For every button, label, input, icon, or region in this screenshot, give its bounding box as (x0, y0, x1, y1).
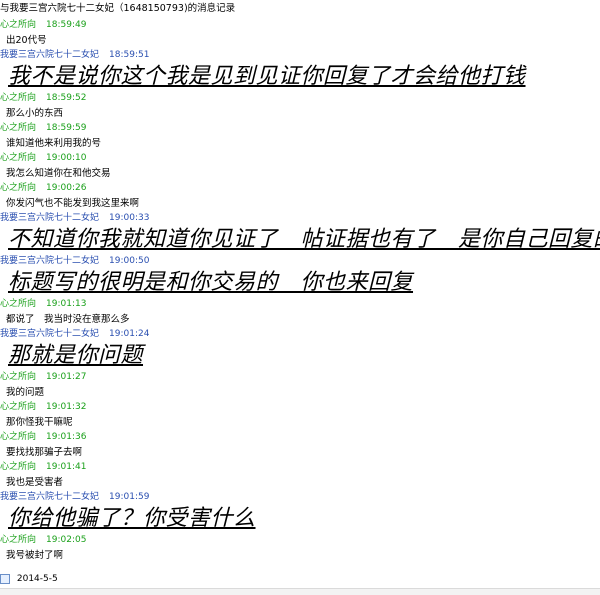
message-text: 标题写的很明是和你交易的 你也来回复 (8, 270, 414, 295)
chat-message: 心之所向 19:01:27 我的问题 (0, 370, 600, 400)
message-text: 那就是你问题 (8, 343, 144, 368)
sender-name: 心之所向 (0, 402, 37, 412)
sender-name: 心之所向 (0, 153, 37, 163)
message-header: 心之所向 19:01:32 (0, 400, 600, 415)
chat-message: 心之所向 18:59:59 谁知道他来利用我的号 (0, 121, 600, 151)
chat-message: 心之所向 19:01:13 都说了 我当时没在意那么多 (0, 297, 600, 327)
message-time: 19:01:41 (46, 462, 87, 472)
window-title: 与我要三宫六院七十二女妃（1648150793)的消息记录 (0, 3, 236, 14)
chat-log: 心之所向 18:59:49 出20代号我要三宫六院七十二女妃 18:59:51 我不是说… (0, 18, 600, 563)
sender-name: 我要三宫六院七十二女妃 (0, 492, 100, 502)
message-text: 我号被封了啊 (6, 550, 64, 561)
message-text: 要找找那骗子去啊 (6, 447, 83, 458)
message-time: 19:01:27 (46, 372, 87, 382)
sender-name: 我要三宫六院七十二女妃 (0, 256, 100, 266)
message-header: 心之所向 18:59:59 (0, 121, 600, 136)
message-time: 18:59:51 (109, 50, 150, 60)
sender-name: 心之所向 (0, 299, 37, 309)
message-header: 我要三宫六院七十二女妃 19:00:33 (0, 211, 600, 226)
footer-date-row: 2014-5-5 (0, 572, 600, 586)
sender-name: 心之所向 (0, 183, 37, 193)
sender-name: 我要三宫六院七十二女妃 (0, 329, 100, 339)
message-header: 心之所向 19:01:36 (0, 430, 600, 445)
message-header: 心之所向 19:02:05 (0, 533, 600, 548)
message-header: 心之所向 18:59:49 (0, 18, 600, 33)
message-time: 19:02:05 (46, 535, 87, 545)
message-text: 我也是受害者 (6, 477, 64, 488)
message-text: 你发闪气也不能发到我这里来啊 (6, 198, 140, 209)
message-time: 19:00:26 (46, 183, 87, 193)
message-text: 那么小的东西 (6, 108, 64, 119)
footer-date: 2014-5-5 (16, 574, 58, 584)
message-text: 我怎么知道你在和他交易 (6, 168, 111, 179)
message-time: 19:00:50 (109, 256, 150, 266)
message-time: 18:59:59 (46, 123, 87, 133)
chat-message: 我要三宫六院七十二女妃 19:01:24 那就是你问题 (0, 327, 600, 370)
sender-name: 心之所向 (0, 123, 37, 133)
chat-message: 心之所向 19:00:26 你发闪气也不能发到我这里来啊 (0, 181, 600, 211)
message-time: 19:00:33 (109, 213, 150, 223)
chat-message: 我要三宫六院七十二女妃 18:59:51 我不是说你这个我是见到见证你回复了才会给他… (0, 48, 600, 91)
chat-message: 我要三宫六院七十二女妃 19:00:50 标题写的很明是和你交易的 你也来回复 (0, 254, 600, 297)
message-time: 19:00:10 (46, 153, 87, 163)
message-header: 心之所向 19:01:27 (0, 370, 600, 385)
message-text: 出20代号 (6, 35, 47, 46)
sender-name: 我要三宫六院七十二女妃 (0, 213, 100, 223)
sender-name: 心之所向 (0, 535, 37, 545)
sender-name: 心之所向 (0, 432, 37, 442)
chat-message: 心之所向 19:01:32 那你怪我干嘛呢 (0, 400, 600, 430)
chat-message: 心之所向 19:02:05 我号被封了啊 (0, 533, 600, 563)
message-text: 你给他骗了？你受害什么 (8, 506, 256, 531)
message-time: 19:01:13 (46, 299, 87, 309)
chat-message: 我要三宫六院七十二女妃 19:01:59 你给他骗了？你受害什么 (0, 490, 600, 533)
chat-message: 心之所向 19:01:41 我也是受害者 (0, 460, 600, 490)
chat-message: 我要三宫六院七十二女妃 19:00:33 不知道你我就知道你见证了 帖证据也有了 是… (0, 211, 600, 254)
message-text: 我不是说你这个我是见到见证你回复了才会给他打钱 (8, 64, 526, 89)
message-time: 18:59:49 (46, 20, 87, 30)
sender-name: 我要三宫六院七十二女妃 (0, 50, 100, 60)
message-time: 19:01:36 (46, 432, 87, 442)
message-text: 那你怪我干嘛呢 (6, 417, 73, 428)
message-header: 我要三宫六院七十二女妃 18:59:51 (0, 48, 600, 63)
message-header: 心之所向 19:01:41 (0, 460, 600, 475)
message-text: 谁知道他来利用我的号 (6, 138, 102, 149)
message-header: 我要三宫六院七十二女妃 19:00:50 (0, 254, 600, 269)
message-text: 不知道你我就知道你见证了 帖证据也有了 是你自己回复的 (8, 227, 600, 252)
chat-message: 心之所向 18:59:49 出20代号 (0, 18, 600, 48)
date-icon (0, 573, 10, 584)
message-text: 都说了 我当时没在意那么多 (6, 314, 130, 325)
message-header: 我要三宫六院七十二女妃 19:01:24 (0, 327, 600, 342)
message-header: 心之所向 19:00:10 (0, 151, 600, 166)
message-header: 心之所向 19:01:13 (0, 297, 600, 312)
chat-message: 心之所向 18:59:52 那么小的东西 (0, 91, 600, 121)
message-header: 心之所向 18:59:52 (0, 91, 600, 106)
chat-message: 心之所向 19:01:36 要找找那骗子去啊 (0, 430, 600, 460)
sender-name: 心之所向 (0, 93, 37, 103)
message-time: 19:01:24 (109, 329, 150, 339)
chat-message: 心之所向 19:00:10 我怎么知道你在和他交易 (0, 151, 600, 181)
message-time: 18:59:52 (46, 93, 87, 103)
message-time: 19:01:32 (46, 402, 87, 412)
message-header: 我要三宫六院七十二女妃 19:01:59 (0, 490, 600, 505)
message-text: 我的问题 (6, 387, 45, 398)
sender-name: 心之所向 (0, 372, 37, 382)
sender-name: 心之所向 (0, 20, 37, 30)
message-time: 19:01:59 (109, 492, 150, 502)
message-header: 心之所向 19:00:26 (0, 181, 600, 196)
sender-name: 心之所向 (0, 462, 37, 472)
